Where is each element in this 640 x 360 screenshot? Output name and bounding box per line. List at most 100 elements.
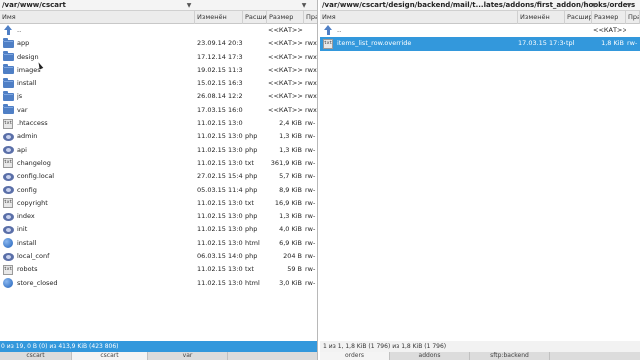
file-perm: rw-: [305, 252, 316, 261]
file-date: [518, 24, 565, 37]
file-row[interactable]: app 23.09.14 20:30 <<КАТ>> rwx: [0, 37, 317, 50]
file-perm: rw-: [305, 238, 316, 247]
file-row[interactable]: admin 11.02.15 13:01 php 1,3 KiB rw-: [0, 130, 317, 143]
file-ext: php: [245, 252, 258, 261]
file-size: <<КАТ>>: [268, 52, 303, 61]
folder-icon: [3, 51, 14, 62]
html-file-icon: [3, 278, 13, 289]
file-date: [197, 24, 243, 37]
file-row[interactable]: install 11.02.15 13:01 html 6,9 KiB rw-: [0, 237, 317, 250]
right-history-icon[interactable]: ▼: [590, 0, 598, 11]
file-row[interactable]: txt robots 11.02.15 13:01 txt 59 Brw-: [0, 263, 317, 276]
file-ext: [245, 90, 267, 103]
file-row[interactable]: init 11.02.15 13:01 php 4,0 KiB rw-: [0, 223, 317, 236]
file-name: app: [17, 39, 30, 48]
header-size[interactable]: Размер: [592, 11, 626, 24]
folder-icon: [3, 90, 14, 101]
right-tab-1[interactable]: addons: [390, 352, 470, 360]
file-size: 8,9 KiB: [279, 185, 302, 194]
file-row[interactable]: api 11.02.15 13:01 php 1,3 KiB rw-: [0, 144, 317, 157]
file-date: 17.03.15 17:34: [518, 39, 565, 48]
file-name: config: [17, 185, 37, 194]
header-modified[interactable]: Изменён: [195, 11, 243, 24]
file-perm: rwx: [305, 105, 317, 114]
file-date: 11.02.15 13:01: [197, 119, 243, 128]
right-tab-0[interactable]: orders: [320, 352, 390, 360]
file-date: 11.02.15 13:01: [197, 238, 243, 247]
text-file-icon: txt: [3, 198, 13, 209]
header-perm[interactable]: Прав: [626, 11, 640, 24]
php-file-icon: [3, 132, 14, 141]
file-row[interactable]: images 19.02.15 11:32 <<КАТ>> rwx: [0, 64, 317, 77]
right-file-list: .. <<КАТ>> txt items_list_row.override 17.03…: [320, 24, 640, 51]
header-modified[interactable]: Изменён: [518, 11, 565, 24]
file-ext: [245, 37, 267, 50]
file-size: 1,3 KiB: [279, 145, 302, 154]
file-row[interactable]: txt copyright 11.02.15 13:01 txt 16,9 KiB rw-: [0, 197, 317, 210]
file-row[interactable]: design 17.12.14 17:36 <<КАТ>> rwx: [0, 51, 317, 64]
file-size: 5,7 KiB: [279, 172, 302, 181]
file-row[interactable]: index 11.02.15 13:01 php 1,3 KiB rw-: [0, 210, 317, 223]
left-tab-1[interactable]: cscart: [72, 352, 148, 360]
file-name: images: [17, 65, 41, 74]
file-size: 204 B: [283, 252, 302, 261]
file-perm: rwx: [305, 65, 317, 74]
file-size: 1,8 KiB: [601, 39, 624, 48]
header-perm[interactable]: Прав: [304, 11, 317, 24]
file-row[interactable]: install 15.02.15 16:31 <<КАТ>> rwx: [0, 77, 317, 90]
file-row[interactable]: txt items_list_row.override 17.03.15 17:34…: [320, 37, 640, 51]
file-perm: [305, 24, 317, 37]
file-date: 11.02.15 13:01: [197, 158, 243, 167]
file-ext: [245, 117, 267, 130]
left-dropdown-icon[interactable]: ▼: [300, 0, 308, 11]
file-size: <<КАТ>>: [268, 26, 303, 34]
file-perm: rw-: [305, 185, 316, 194]
file-date: 17.12.14 17:36: [197, 52, 243, 61]
file-perm: rw-: [305, 119, 316, 128]
left-path-bar[interactable]: /var/www/cscart ▼ ▼: [0, 0, 317, 11]
file-row[interactable]: store_closed 11.02.15 13:01 html 3,0 KiB rw-: [0, 277, 317, 290]
right-path-bar[interactable]: /var/www/cscart/design/backend/mail/t...…: [320, 0, 640, 11]
right-tab-2[interactable]: sftp:backend: [470, 352, 550, 360]
right-dropdown-icon[interactable]: ▼: [625, 0, 633, 11]
file-name: store_closed: [17, 278, 58, 287]
file-perm: rw-: [305, 265, 316, 274]
file-ext: html: [245, 238, 260, 247]
file-date: 26.08.14 12:27: [197, 92, 243, 101]
file-perm: rw-: [627, 39, 638, 48]
file-row[interactable]: txt changelog 11.02.15 13:01 txt 361,9 KiB rw…: [0, 157, 317, 170]
header-name[interactable]: Имя: [320, 11, 518, 24]
php-file-icon: [3, 186, 14, 195]
file-perm: rwx: [305, 79, 317, 88]
file-row[interactable]: local_conf 06.03.15 14:01 php 204 Brw-: [0, 250, 317, 263]
file-name: js: [17, 92, 23, 101]
file-row[interactable]: config.local 27.02.15 15:46 php 5,7 KiB rw-: [0, 170, 317, 183]
left-history-icon[interactable]: ▼: [185, 0, 193, 11]
folder-icon: [3, 77, 14, 88]
file-row[interactable]: config 05.03.15 11:44 php 8,9 KiB rw-: [0, 184, 317, 197]
header-ext[interactable]: Расшир: [565, 11, 592, 24]
header-name[interactable]: Имя: [0, 11, 195, 24]
file-row[interactable]: txt .htaccess 11.02.15 13:01 2,4 KiB rw-: [0, 117, 317, 130]
file-name: changelog: [17, 158, 51, 167]
file-row[interactable]: .. <<КАТ>>: [320, 24, 640, 37]
file-name: items_list_row.override: [337, 39, 412, 48]
file-ext: [245, 77, 267, 90]
file-row[interactable]: .. <<КАТ>>: [0, 24, 317, 37]
file-date: 27.02.15 15:46: [197, 172, 243, 181]
text-file-icon: txt: [3, 264, 13, 275]
text-file-icon: txt: [323, 38, 333, 49]
file-perm: rw-: [305, 158, 316, 167]
left-tab-0[interactable]: cscart: [0, 352, 72, 360]
file-name: config.local: [17, 172, 55, 181]
file-perm: rwx: [305, 39, 317, 48]
up-arrow-icon: [4, 25, 12, 35]
header-size[interactable]: Размер: [267, 11, 304, 24]
file-row[interactable]: var 17.03.15 16:04 <<КАТ>> rwx: [0, 104, 317, 117]
file-date: 11.02.15 13:01: [197, 132, 243, 141]
header-ext[interactable]: Расшир: [243, 11, 267, 24]
file-ext: php: [245, 185, 258, 194]
left-tab-2[interactable]: var: [148, 352, 228, 360]
file-row[interactable]: js 26.08.14 12:27 <<КАТ>> rwx: [0, 90, 317, 103]
file-ext: [245, 104, 267, 117]
